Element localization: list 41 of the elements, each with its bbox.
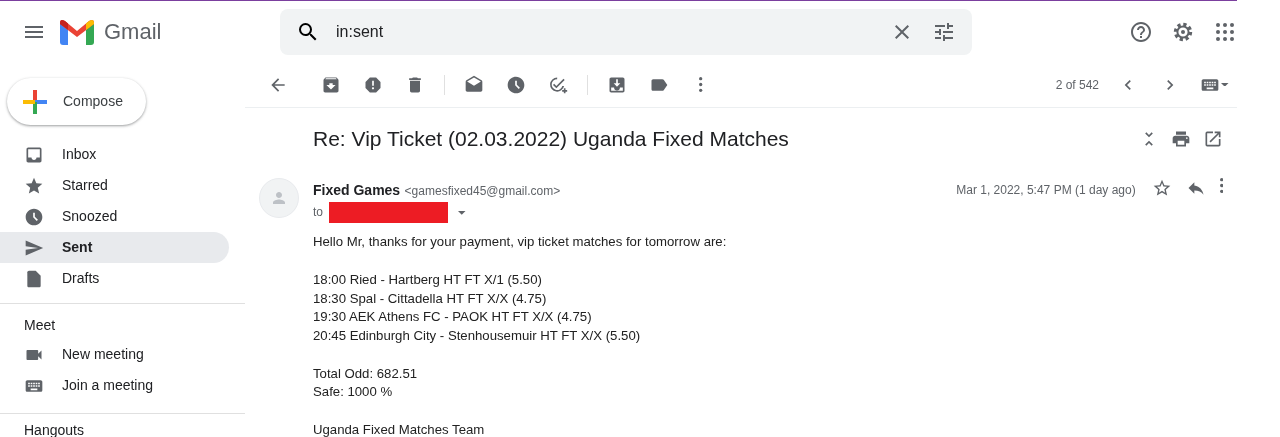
sidebar-item[interactable]: Drafts <box>0 263 229 294</box>
caret-icon <box>458 210 466 215</box>
plus-icon <box>23 89 47 114</box>
email-date: Mar 1, 2022, 5:47 PM (1 day ago) <box>956 182 1136 200</box>
sidebar-item[interactable]: Inbox <box>0 139 229 170</box>
more-button[interactable] <box>1219 178 1223 194</box>
recipient-label: to <box>313 204 323 219</box>
sidebar-item[interactable]: Sent <box>0 232 229 263</box>
help-button[interactable] <box>1129 19 1153 44</box>
body-text: Safe: 1000 % <box>313 383 394 402</box>
sender-name: Fixed Games <box>313 182 401 199</box>
email-subject: Re: Vip Ticket (02.03.2022) Uganda Fixed Matches <box>313 126 789 152</box>
search-bar[interactable]: in:sent <box>280 8 972 55</box>
sender-email: <gamesfixed45@gmail.com> <box>404 184 561 199</box>
compose-button[interactable]: Compose <box>7 78 146 125</box>
body-text: 20:45 Edinburgh City - Stenhousemuir HT FT X/X (5.50) <box>313 327 642 345</box>
clock-icon <box>24 206 44 227</box>
search-field[interactable]: in:sent <box>334 18 890 45</box>
sidebar-item[interactable]: Snoozed <box>0 201 229 232</box>
sidebar-item[interactable]: Starred <box>0 170 229 201</box>
more-icon <box>1219 178 1223 194</box>
body-text: 18:30 Spal - Cittadella HT FT X/X (4.75) <box>313 289 548 308</box>
body-text: Uganda Fixed Matches Team <box>313 421 486 437</box>
caret-icon <box>1221 82 1229 87</box>
clock-icon <box>506 74 526 95</box>
meet-item[interactable]: Join a meeting <box>0 370 229 401</box>
app-name: Gmail <box>104 18 162 46</box>
body-text: Hello Mr, thanks for your payment, vip ticket matches for tomorrow are: <box>313 233 728 252</box>
body-text: 18:00 Ried - Hartberg HT FT X/1 (5.50) <box>313 270 543 289</box>
logo-icon <box>60 18 94 45</box>
body-text: Total Odd: 682.51 <box>313 364 419 383</box>
help-icon <box>1129 19 1153 44</box>
avatar <box>259 178 299 219</box>
pagination-text: 2 of 542 <box>1055 76 1099 94</box>
meet-item[interactable]: New meeting <box>0 339 229 370</box>
envelope-icon <box>464 74 484 95</box>
body-text: 19:30 AEK Athens FC - PAOK HT FT X/X (4.75) <box>313 308 593 327</box>
section-heading: Meet <box>23 316 57 335</box>
document-icon <box>24 268 44 289</box>
more-icon <box>699 77 703 92</box>
section-heading: Hangouts <box>23 422 85 437</box>
